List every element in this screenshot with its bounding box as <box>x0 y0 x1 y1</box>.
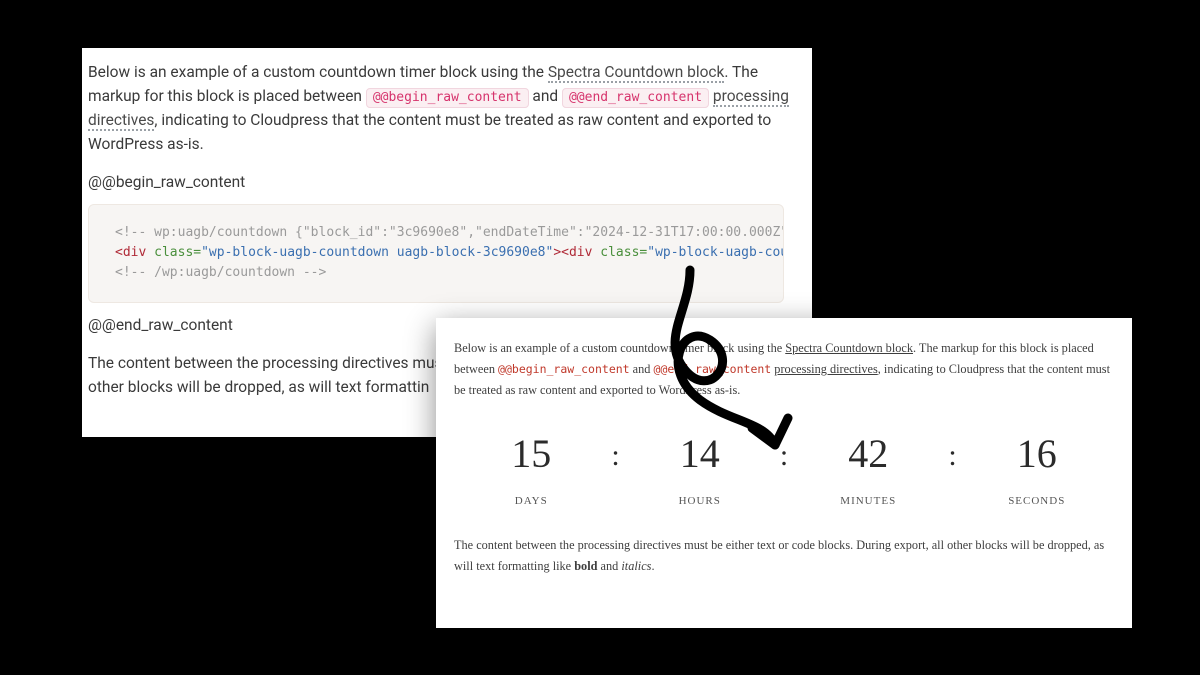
hours-value: 14 <box>623 433 778 475</box>
intro-text: and <box>529 87 562 105</box>
minutes-value: 42 <box>791 433 946 475</box>
code-string: "wp-block-uagb-countdown uagb-block-3c96… <box>201 245 553 260</box>
intro-text: and <box>630 362 654 376</box>
intro-text: Below is an example of a custom countdow… <box>88 63 548 81</box>
spectra-link[interactable]: Spectra Countdown block <box>548 63 725 83</box>
days-label: DAYS <box>454 495 609 507</box>
begin-raw-chip: @@begin_raw_content <box>366 88 529 108</box>
countdown-separator: : <box>777 433 791 473</box>
code-attr: class <box>600 245 639 260</box>
code-block: <!-- wp:uagb/countdown {"block_id":"3c96… <box>88 204 784 302</box>
rendered-outro: The content between the processing direc… <box>454 535 1114 577</box>
countdown-hours: 14 HOURS <box>623 433 778 507</box>
intro-text: Below is an example of a custom countdow… <box>454 341 785 355</box>
minutes-label: MINUTES <box>791 495 946 507</box>
seconds-value: 16 <box>960 433 1115 475</box>
code-string: "wp-block-uagb-countdow <box>647 245 784 260</box>
outro-text: The content between the processing direc… <box>454 538 1104 573</box>
countdown-separator: : <box>946 433 960 473</box>
outro-text: . <box>651 559 654 573</box>
code-tag: <div <box>115 245 146 260</box>
rendered-intro: Below is an example of a custom countdow… <box>454 338 1114 401</box>
outro-bold: bold <box>574 559 597 573</box>
code-line-1: <!-- wp:uagb/countdown {"block_id":"3c96… <box>115 225 784 240</box>
days-value: 15 <box>454 433 609 475</box>
spectra-link[interactable]: Spectra Countdown block <box>785 341 913 355</box>
code-line-3: <!-- /wp:uagb/countdown --> <box>115 265 326 280</box>
begin-directive-line: @@begin_raw_content <box>88 170 790 194</box>
begin-raw-chip: @@begin_raw_content <box>498 362 630 376</box>
countdown-days: 15 DAYS <box>454 433 609 507</box>
end-raw-chip: @@end_raw_content <box>654 362 772 376</box>
code-punc: = <box>193 245 201 260</box>
countdown-timer: 15 DAYS : 14 HOURS : 42 MINUTES : 16 SEC… <box>454 433 1114 507</box>
countdown-minutes: 42 MINUTES <box>791 433 946 507</box>
countdown-separator: : <box>609 433 623 473</box>
end-raw-chip: @@end_raw_content <box>562 88 709 108</box>
code-attr: class <box>154 245 193 260</box>
intro-text: , indicating to Cloudpress that the cont… <box>88 111 771 153</box>
code-tag: ><div <box>553 245 592 260</box>
hours-label: HOURS <box>623 495 778 507</box>
processing-directives-link[interactable]: processing directives <box>774 362 877 376</box>
outro-text: and <box>597 559 621 573</box>
countdown-seconds: 16 SECONDS <box>960 433 1115 507</box>
outro-italic: italics <box>621 559 651 573</box>
seconds-label: SECONDS <box>960 495 1115 507</box>
intro-paragraph: Below is an example of a custom countdow… <box>88 60 790 156</box>
rendered-result-panel: Below is an example of a custom countdow… <box>436 318 1132 628</box>
